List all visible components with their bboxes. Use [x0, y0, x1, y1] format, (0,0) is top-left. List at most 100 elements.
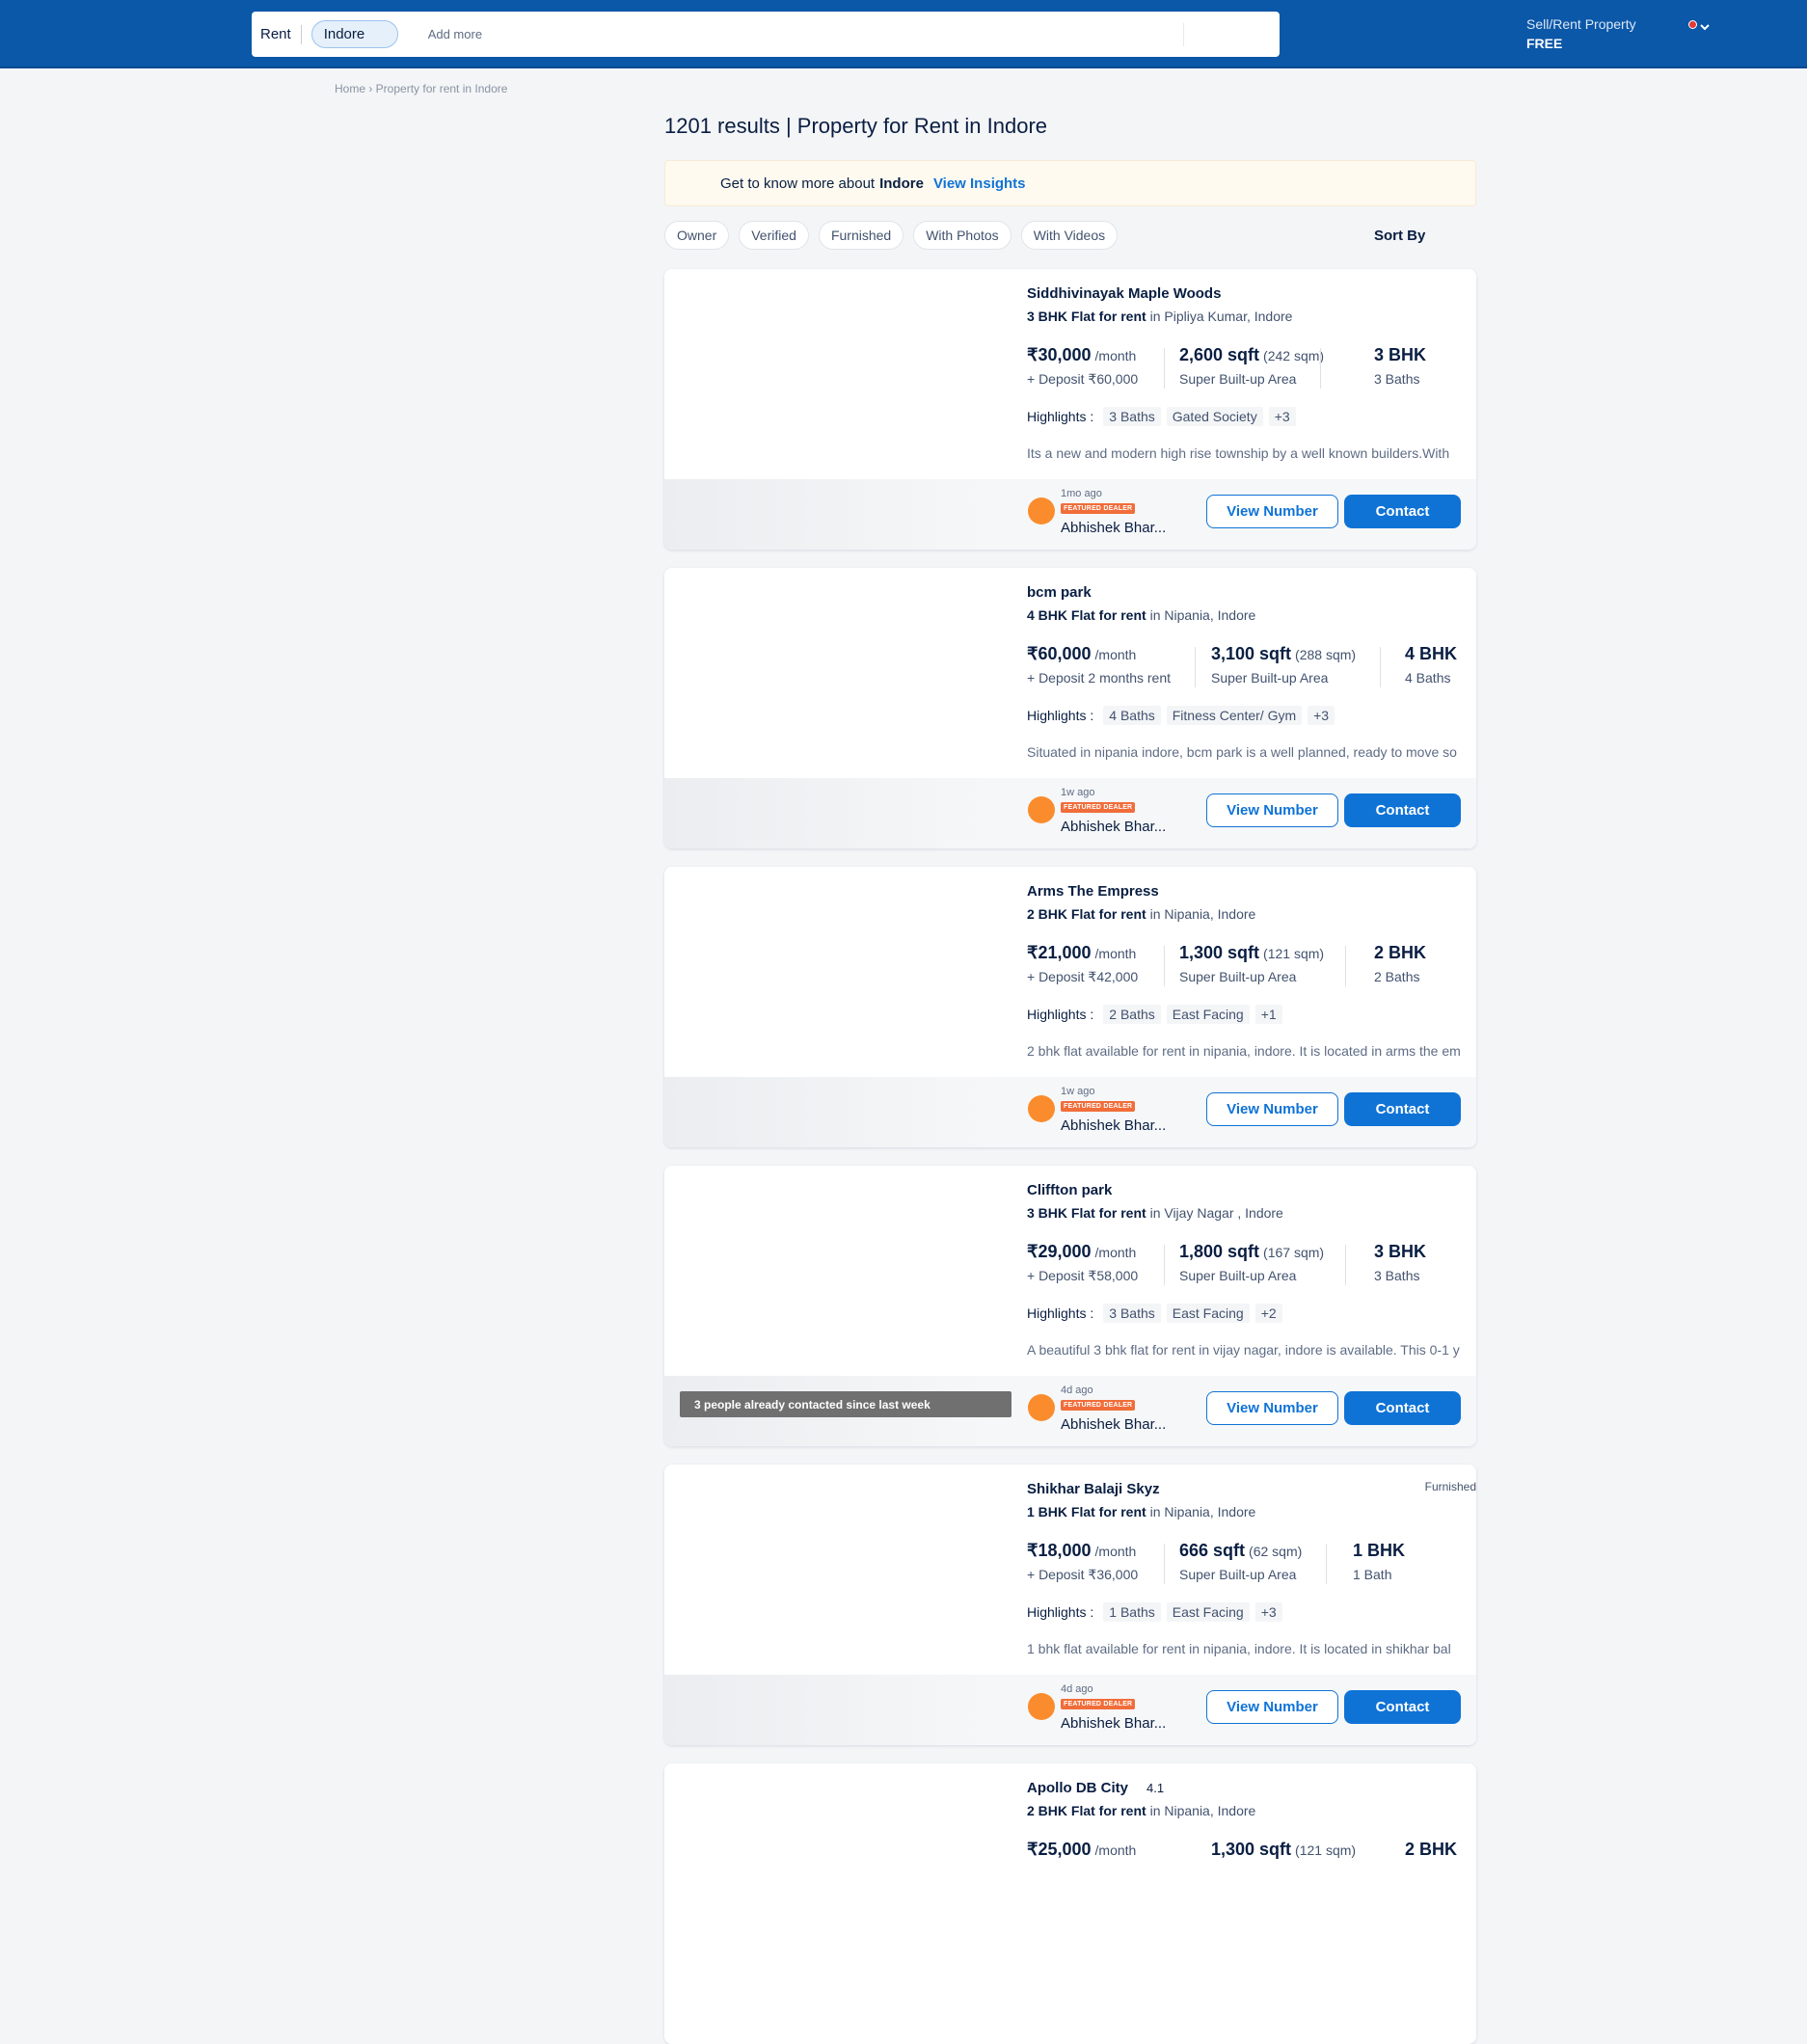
listing-type: 3 BHK Flat for rent — [1027, 1205, 1146, 1221]
highlight-more[interactable]: +2 — [1254, 1304, 1282, 1323]
filter-owner[interactable]: Owner — [664, 221, 730, 250]
contact-button[interactable]: Contact — [1344, 793, 1461, 827]
listing-description[interactable]: 1 bhk flat available for rent in nipania… — [1027, 1641, 1476, 1656]
listing-card[interactable]: 3 people already contacted since last we… — [664, 1166, 1476, 1446]
listing-name[interactable]: Siddhivinayak Maple Woods — [1027, 285, 1221, 302]
price-period: /month — [1094, 1842, 1137, 1858]
listing-details: Apollo DB City 4.1 2 BHK Flat for rent i… — [1027, 1763, 1476, 1974]
dealer-name[interactable]: Abhishek Bhar... — [1061, 819, 1166, 835]
listing-name[interactable]: bcm park — [1027, 584, 1092, 601]
highlight-tag: 4 Baths — [1103, 706, 1161, 725]
breadcrumb[interactable]: Home › Property for rent in Indore — [335, 82, 507, 95]
listing-card[interactable]: bcm park 4 BHK Flat for rent in Nipania,… — [664, 568, 1476, 848]
area-sqm: (121 sqm) — [1295, 1842, 1357, 1858]
stat-divider — [1326, 1544, 1327, 1584]
listing-name[interactable]: Arms The Empress — [1027, 883, 1159, 900]
listing-card[interactable]: Arms The Empress 2 BHK Flat for rent in … — [664, 867, 1476, 1147]
filter-furnished[interactable]: Furnished — [818, 221, 904, 250]
area-sqm: (121 sqm) — [1263, 946, 1325, 961]
area-block: 3,100 sqft (288 sqm) Super Built-up Area — [1211, 644, 1356, 686]
contact-button[interactable]: Contact — [1344, 1092, 1461, 1126]
deposit: + Deposit ₹36,000 — [1027, 1567, 1139, 1582]
price-block: ₹21,000/month + Deposit ₹42,000 — [1027, 943, 1138, 985]
filter-with-videos[interactable]: With Videos — [1020, 221, 1119, 250]
view-number-button[interactable]: View Number — [1206, 793, 1338, 827]
listing-name[interactable]: Apollo DB City — [1027, 1780, 1128, 1796]
dealer-name[interactable]: Abhishek Bhar... — [1061, 1117, 1166, 1134]
view-number-button[interactable]: View Number — [1206, 1092, 1338, 1126]
price: ₹25,000 — [1027, 1840, 1092, 1859]
listing-card[interactable]: Apollo DB City 4.1 2 BHK Flat for rent i… — [664, 1763, 1476, 2044]
price-period: /month — [1094, 647, 1137, 662]
highlight-more[interactable]: +3 — [1254, 1602, 1282, 1622]
price: ₹21,000 — [1027, 943, 1092, 962]
dealer-name[interactable]: Abhishek Bhar... — [1061, 1416, 1166, 1433]
bhk: 3 BHK — [1374, 1242, 1427, 1261]
listing-subtitle[interactable]: 2 BHK Flat for rent in Nipania, Indore — [1027, 1803, 1255, 1818]
area-block: 1,300 sqft (121 sqm) — [1211, 1840, 1356, 1860]
stat-divider — [1320, 348, 1321, 389]
listing-subtitle[interactable]: 4 BHK Flat for rent in Nipania, Indore — [1027, 607, 1255, 623]
stat-divider — [1345, 1245, 1346, 1285]
listing-subtitle[interactable]: 1 BHK Flat for rent in Nipania, Indore — [1027, 1504, 1255, 1520]
posted-time: 1w ago — [1061, 787, 1095, 798]
rent-tab[interactable]: Rent — [260, 26, 291, 42]
highlight-more[interactable]: +1 — [1254, 1005, 1282, 1024]
posted-time: 1w ago — [1061, 1086, 1095, 1097]
bhk-block: 2 BHK 2 Baths — [1374, 943, 1426, 984]
listing-image[interactable] — [664, 1763, 1018, 2044]
contact-button[interactable]: Contact — [1344, 1690, 1461, 1724]
highlights-label: Highlights : — [1027, 1604, 1094, 1620]
listing-description[interactable]: A beautiful 3 bhk flat for rent in vijay… — [1027, 1342, 1476, 1358]
sell-rent-label: Sell/Rent Property — [1526, 16, 1636, 32]
search-bar[interactable]: Rent Indore Add more — [252, 12, 1280, 57]
listing-subtitle[interactable]: 3 BHK Flat for rent in Pipliya Kumar, In… — [1027, 309, 1292, 324]
listing-card[interactable]: Siddhivinayak Maple Woods 3 BHK Flat for… — [664, 269, 1476, 550]
page-title: 1201 results | Property for Rent in Indo… — [664, 114, 1048, 138]
listing-card[interactable]: Shikhar Balaji Skyz Furnished 1 BHK Flat… — [664, 1465, 1476, 1745]
filter-with-photos[interactable]: With Photos — [913, 221, 1011, 250]
add-more-input[interactable]: Add more — [428, 27, 482, 41]
highlight-tag: 3 Baths — [1103, 407, 1161, 426]
dealer-name[interactable]: Abhishek Bhar... — [1061, 520, 1166, 536]
contact-button[interactable]: Contact — [1344, 1391, 1461, 1425]
listing-description[interactable]: 2 bhk flat available for rent in nipania… — [1027, 1043, 1476, 1059]
contact-button[interactable]: Contact — [1344, 495, 1461, 528]
view-number-button[interactable]: View Number — [1206, 1391, 1338, 1425]
listing-name[interactable]: Shikhar Balaji Skyz — [1027, 1481, 1160, 1497]
dealer-avatar — [1028, 796, 1055, 823]
area-type: Super Built-up Area — [1179, 969, 1297, 984]
sort-by-dropdown[interactable]: Sort By — [1374, 228, 1425, 244]
city-chip[interactable]: Indore — [310, 20, 398, 48]
bhk: 4 BHK — [1405, 644, 1458, 663]
listing-subtitle[interactable]: 2 BHK Flat for rent in Nipania, Indore — [1027, 906, 1255, 922]
highlight-tag: 3 Baths — [1103, 1304, 1161, 1323]
view-insights-link[interactable]: View Insights — [933, 175, 1026, 192]
deposit: + Deposit ₹58,000 — [1027, 1268, 1139, 1283]
insights-city: Indore — [879, 175, 924, 192]
sell-rent-link[interactable]: Sell/Rent Property FREE — [1526, 14, 1636, 53]
highlights-label: Highlights : — [1027, 1007, 1094, 1022]
highlight-more[interactable]: +3 — [1308, 706, 1335, 725]
bhk-block: 1 BHK 1 Bath — [1353, 1541, 1405, 1582]
furnished-label: Furnished — [1424, 1480, 1476, 1493]
listing-description[interactable]: Situated in nipania indore, bcm park is … — [1027, 744, 1476, 760]
free-label: FREE — [1526, 36, 1563, 51]
area-sqm: (288 sqm) — [1295, 647, 1357, 662]
listing-subtitle[interactable]: 3 BHK Flat for rent in Vijay Nagar , Ind… — [1027, 1205, 1283, 1221]
view-number-button[interactable]: View Number — [1206, 495, 1338, 528]
area: 1,800 sqft — [1179, 1242, 1260, 1261]
listing-description[interactable]: Its a new and modern high rise township … — [1027, 445, 1476, 461]
listing-location: in Pipliya Kumar, Indore — [1149, 309, 1293, 324]
featured-dealer-badge: FEATURED DEALER — [1061, 1101, 1136, 1112]
listing-details: Shikhar Balaji Skyz Furnished 1 BHK Flat… — [1027, 1465, 1476, 1675]
account-menu[interactable] — [1688, 19, 1712, 39]
area-type: Super Built-up Area — [1179, 371, 1297, 387]
listing-name[interactable]: Cliffton park — [1027, 1182, 1112, 1198]
highlight-more[interactable]: +3 — [1268, 407, 1296, 426]
filter-verified[interactable]: Verified — [739, 221, 809, 250]
listing-details: Siddhivinayak Maple Woods 3 BHK Flat for… — [1027, 269, 1476, 479]
dealer-name[interactable]: Abhishek Bhar... — [1061, 1715, 1166, 1732]
view-number-button[interactable]: View Number — [1206, 1690, 1338, 1724]
area-block: 1,300 sqft (121 sqm) Super Built-up Area — [1179, 943, 1324, 984]
